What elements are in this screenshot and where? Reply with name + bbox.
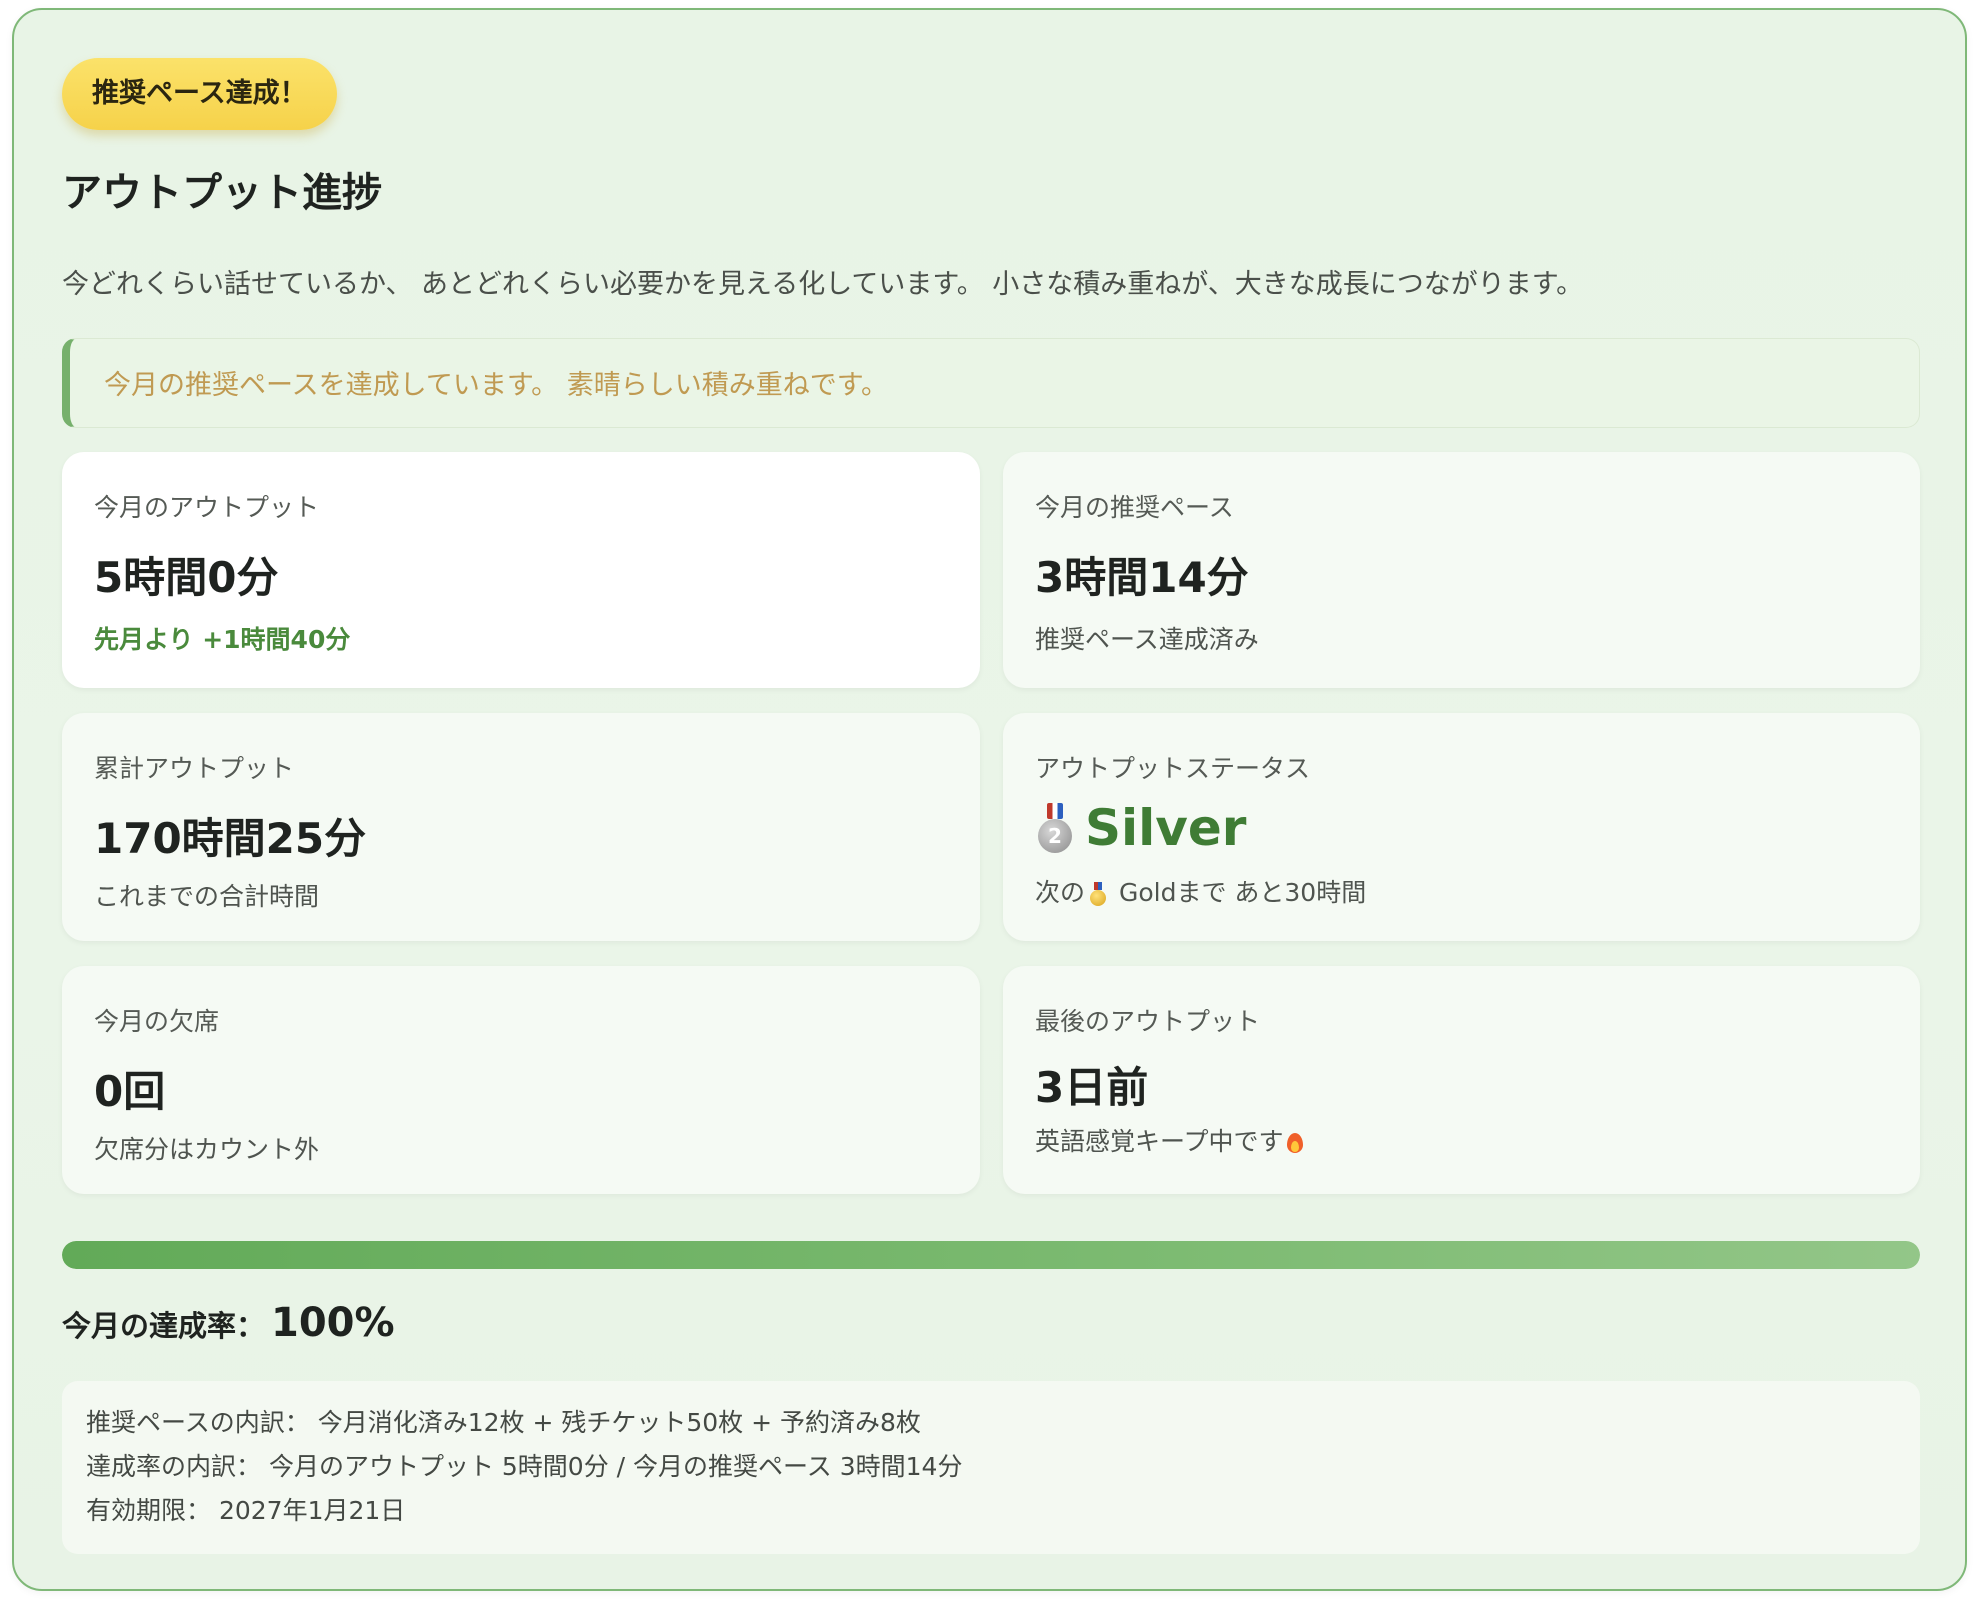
card-sub: これまでの合計時間 [94,882,320,911]
card-last-output: 最後のアウトプット 3日前 英語感覚キープ中です [1003,966,1920,1194]
card-recommended-pace: 今月の推奨ペース 3時間14分 推奨ペース達成済み [1003,452,1920,688]
gold-medal-icon [1089,882,1107,906]
card-label: 最後のアウトプット [1035,1007,1261,1036]
expiry-date: 有効期限： 2027年1月21日 [86,1496,406,1525]
progress-bar [62,1241,1920,1269]
card-sub: 次の Goldまで あと30時間 [1035,873,1366,909]
next-level-prefix: 次の [1035,878,1086,907]
rate-value: 100% [271,1300,395,1346]
breakdown-details: 推奨ペースの内訳： 今月消化済み12枚 + 残チケット50枚 + 予約済み8枚 … [62,1381,1920,1554]
card-sub: 推奨ペース達成済み [1035,625,1259,654]
status-value: Silver [1085,799,1247,857]
keep-text: 英語感覚キープ中です [1035,1127,1284,1156]
card-sub: 欠席分はカウント外 [94,1135,320,1164]
card-label: 今月の欠席 [94,1007,220,1036]
card-value: 3日前 [1035,1063,1149,1112]
card-total-output: 累計アウトプット 170時間25分 これまでの合計時間 [62,713,980,941]
card-value: 0回 [94,1067,166,1116]
card-value: 170時間25分 [94,814,367,863]
achievement-rate: 今月の達成率： 100% [62,1300,395,1346]
silver-medal-icon: 2 [1035,803,1075,853]
card-sub: 先月より +1時間40分 [94,625,351,654]
status-row: 2 Silver [1035,799,1246,857]
rate-breakdown: 達成率の内訳： 今月のアウトプット 5時間0分 / 今月の推奨ペース 3時間14… [86,1452,963,1481]
page-subtitle: 今どれくらい話せているか、 あとどれくらい必要かを見える化しています。 小さな積… [62,269,1584,300]
output-progress-panel: 推奨ペース達成！ アウトプット進捗 今どれくらい話せているか、 あとどれくらい必… [12,8,1967,1591]
card-monthly-output: 今月のアウトプット 5時間0分 先月より +1時間40分 [62,452,980,688]
card-label: アウトプットステータス [1035,754,1311,783]
rate-label: 今月の達成率： [62,1309,266,1343]
card-value: 3時間14分 [1035,553,1249,602]
card-value: 5時間0分 [94,553,279,602]
achievement-notice: 今月の推奨ペースを達成しています。 素晴らしい積み重ねです。 [62,338,1920,428]
pace-achieved-badge: 推奨ペース達成！ [62,58,337,130]
pace-breakdown: 推奨ペースの内訳： 今月消化済み12枚 + 残チケット50枚 + 予約済み8枚 [86,1408,921,1437]
card-label: 今月の推奨ペース [1035,493,1234,522]
fire-icon [1286,1131,1304,1155]
progress-fill [62,1241,1920,1269]
card-sub: 英語感覚キープ中です [1035,1122,1304,1158]
card-label: 今月のアウトプット [94,493,320,522]
card-label: 累計アウトプット [94,754,295,783]
card-absence: 今月の欠席 0回 欠席分はカウント外 [62,966,980,1194]
page-title: アウトプット進捗 [62,170,382,216]
notice-text: 今月の推奨ペースを達成しています。 素晴らしい積み重ねです。 [104,370,889,401]
card-output-status: アウトプットステータス 2 Silver 次の Goldまで あと30時間 [1003,713,1920,941]
next-level-suffix: Goldまで あと30時間 [1111,878,1367,907]
